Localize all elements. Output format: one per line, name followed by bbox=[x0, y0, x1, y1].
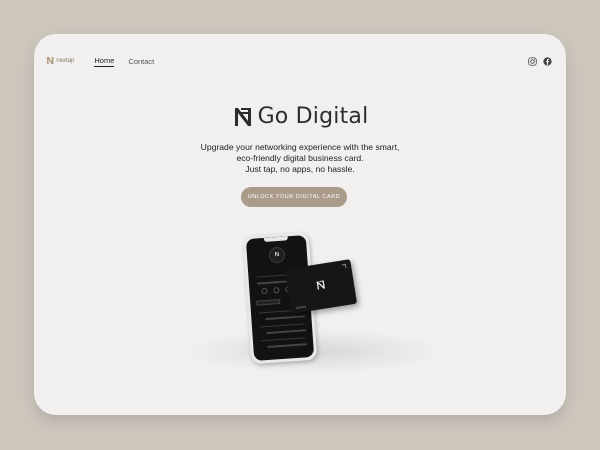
divider bbox=[259, 323, 304, 328]
subtitle-line: Upgrade your networking experience with … bbox=[200, 142, 400, 152]
nav-link-home[interactable]: Home bbox=[94, 56, 115, 67]
card-logo-icon bbox=[316, 280, 325, 290]
top-nav: N nextap Home Contact bbox=[46, 54, 552, 68]
phone-button bbox=[256, 298, 281, 306]
page-card: N nextap Home Contact Go Digital Upgrade… bbox=[34, 34, 566, 415]
instagram-icon[interactable] bbox=[528, 56, 537, 66]
subtitle-line: eco-friendly digital business card. bbox=[236, 153, 364, 163]
card-print bbox=[295, 305, 307, 310]
social-links bbox=[528, 56, 552, 66]
logo-mark: N bbox=[46, 55, 55, 67]
nav-link-contact[interactable]: Contact bbox=[128, 57, 154, 66]
brand-mark-icon bbox=[234, 107, 251, 126]
phone-notch bbox=[263, 236, 288, 242]
brand-logo[interactable]: N nextap bbox=[46, 56, 74, 67]
contact-icon bbox=[273, 287, 280, 294]
hero-subtitle: Upgrade your networking experience with … bbox=[34, 142, 566, 175]
hero-title-text: Go Digital bbox=[257, 104, 369, 129]
nfc-business-card bbox=[284, 259, 358, 314]
profile-row bbox=[267, 343, 308, 348]
contact-icon bbox=[261, 287, 268, 295]
logo-text: nextap bbox=[56, 58, 75, 64]
product-image: N bbox=[34, 224, 566, 415]
hero-title: Go Digital bbox=[34, 104, 566, 129]
unlock-card-button[interactable]: UNLOCK YOUR DIGITAL CARD bbox=[241, 187, 347, 207]
phone-avatar: N bbox=[268, 246, 286, 264]
divider bbox=[260, 337, 305, 342]
nfc-icon bbox=[341, 263, 347, 269]
profile-row bbox=[266, 329, 307, 335]
profile-row bbox=[265, 315, 306, 321]
facebook-icon[interactable] bbox=[543, 56, 552, 66]
subtitle-line: Just tap, no apps, no hassle. bbox=[245, 164, 355, 174]
